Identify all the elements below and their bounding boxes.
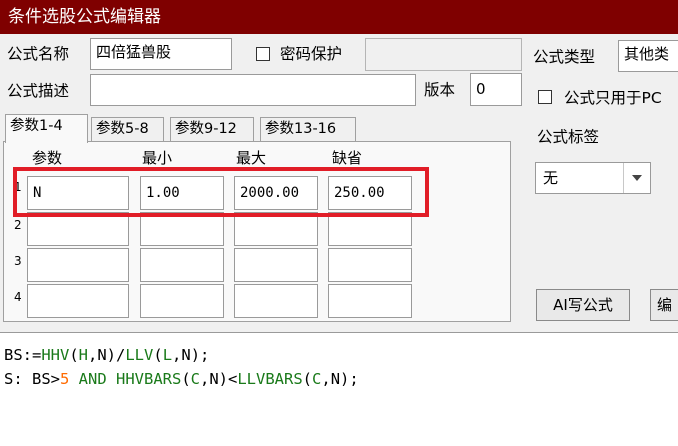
param-default-input[interactable] — [328, 284, 412, 318]
row-number: 3 — [14, 254, 22, 268]
param-max-input[interactable] — [234, 212, 318, 246]
code-line: BS:=HHV(H,N)/LLV(L,N); — [4, 343, 678, 367]
password-label: 密码保护 — [280, 45, 343, 63]
col-header-param: 参数 — [32, 149, 63, 167]
tab-params-13-16[interactable]: 参数13-16 — [260, 117, 356, 141]
password-input[interactable] — [365, 38, 522, 71]
password-checkbox[interactable] — [256, 47, 270, 61]
param-name-input[interactable] — [27, 284, 129, 318]
code-token: HHV — [41, 346, 70, 364]
code-token: S: BS> — [4, 370, 60, 388]
dropdown-arrow-icon[interactable] — [623, 163, 650, 193]
formula-name-label: 公式名称 — [7, 45, 70, 63]
col-header-default: 缺省 — [332, 149, 363, 167]
param-max-input[interactable] — [234, 248, 318, 282]
code-token: ,N); — [321, 370, 359, 388]
col-header-max: 最大 — [236, 149, 267, 167]
code-token: ,N)/ — [88, 346, 126, 364]
tab-params-1-4[interactable]: 参数1-4 — [5, 114, 88, 143]
edit-button[interactable]: 编 — [650, 289, 678, 321]
code-token: ( — [69, 346, 79, 364]
ai-write-formula-button[interactable]: AI写公式 — [536, 289, 630, 321]
code-token: AND HHVBARS — [69, 370, 182, 388]
param-name-input[interactable] — [27, 248, 129, 282]
row-number: 2 — [14, 218, 22, 232]
param-min-input[interactable] — [140, 284, 224, 318]
param-max-input[interactable] — [234, 284, 318, 318]
code-token: H — [78, 346, 89, 364]
formula-tag-value: 无 — [543, 169, 559, 187]
code-token: ( — [153, 346, 163, 364]
param-name-input[interactable] — [27, 212, 129, 246]
code-token: ,N)< — [200, 370, 238, 388]
formula-desc-label: 公式描述 — [7, 82, 70, 100]
code-token: LLVBARS — [237, 370, 303, 388]
formula-type-select[interactable]: 其他类 — [618, 40, 678, 72]
formula-type-label: 公式类型 — [533, 48, 596, 66]
tab-params-5-8[interactable]: 参数5-8 — [91, 117, 164, 141]
code-token: BS:= — [4, 346, 42, 364]
code-token: ( — [181, 370, 191, 388]
code-token: ( — [302, 370, 313, 388]
formula-tag-select[interactable]: 无 — [535, 162, 651, 194]
version-input[interactable]: 0 — [470, 73, 522, 106]
param-default-input[interactable] — [328, 212, 412, 246]
code-token: 5 — [60, 370, 70, 388]
highlight-box — [13, 167, 429, 217]
col-header-min: 最小 — [142, 149, 173, 167]
pc-only-checkbox[interactable] — [538, 90, 552, 104]
formula-tag-label: 公式标签 — [537, 128, 600, 146]
window-title: 条件选股公式编辑器 — [0, 0, 678, 34]
formula-desc-input[interactable] — [90, 74, 416, 106]
code-token: C — [312, 370, 322, 388]
version-label: 版本 — [424, 81, 456, 99]
row-number: 4 — [14, 290, 22, 304]
code-token: ,N); — [172, 346, 210, 364]
formula-name-input[interactable]: 四倍猛兽股 — [90, 38, 232, 70]
formula-code-editor[interactable]: BS:=HHV(H,N)/LLV(L,N); S: BS>5 AND HHVBA… — [0, 332, 678, 446]
code-line: S: BS>5 AND HHVBARS(C,N)<LLVBARS(C,N); — [4, 367, 678, 391]
code-token: LLV — [125, 346, 154, 364]
code-token: C — [190, 370, 201, 388]
param-min-input[interactable] — [140, 248, 224, 282]
param-default-input[interactable] — [328, 248, 412, 282]
param-min-input[interactable] — [140, 212, 224, 246]
pc-only-label: 公式只用于PC — [564, 89, 662, 107]
code-token: L — [162, 346, 173, 364]
tab-params-9-12[interactable]: 参数9-12 — [170, 117, 254, 141]
